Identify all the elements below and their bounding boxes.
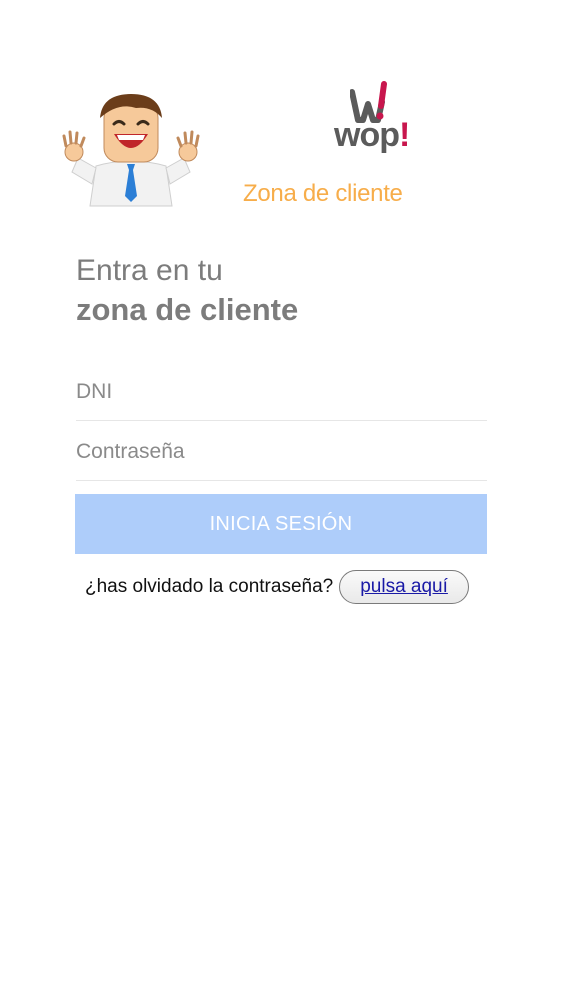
dni-input[interactable] bbox=[76, 364, 487, 421]
zone-label: Zona de cliente bbox=[243, 180, 403, 207]
forgot-password-row: ¿has olvidado la contraseña? pulsa aquí bbox=[85, 570, 469, 604]
brand-logo: wop! bbox=[330, 80, 420, 160]
forgot-password-link[interactable]: pulsa aquí bbox=[339, 570, 469, 604]
login-heading: Entra en tu zona de cliente bbox=[76, 252, 298, 330]
brand-wordmark: wop! bbox=[334, 116, 410, 155]
header: wop! Zona de cliente bbox=[0, 0, 563, 225]
login-page: wop! Zona de cliente Entra en tu zona de… bbox=[0, 0, 563, 1000]
login-button[interactable]: INICIA SESIÓN bbox=[75, 494, 487, 554]
brand-name: wop bbox=[334, 116, 400, 154]
heading-line-2: zona de cliente bbox=[76, 292, 299, 327]
brand-mark: ! bbox=[398, 116, 410, 154]
forgot-password-text: ¿has olvidado la contraseña? bbox=[85, 576, 334, 597]
password-input[interactable] bbox=[76, 424, 487, 481]
heading-line-1: Entra en tu bbox=[76, 254, 223, 287]
waving-businessman-illustration bbox=[62, 94, 200, 207]
